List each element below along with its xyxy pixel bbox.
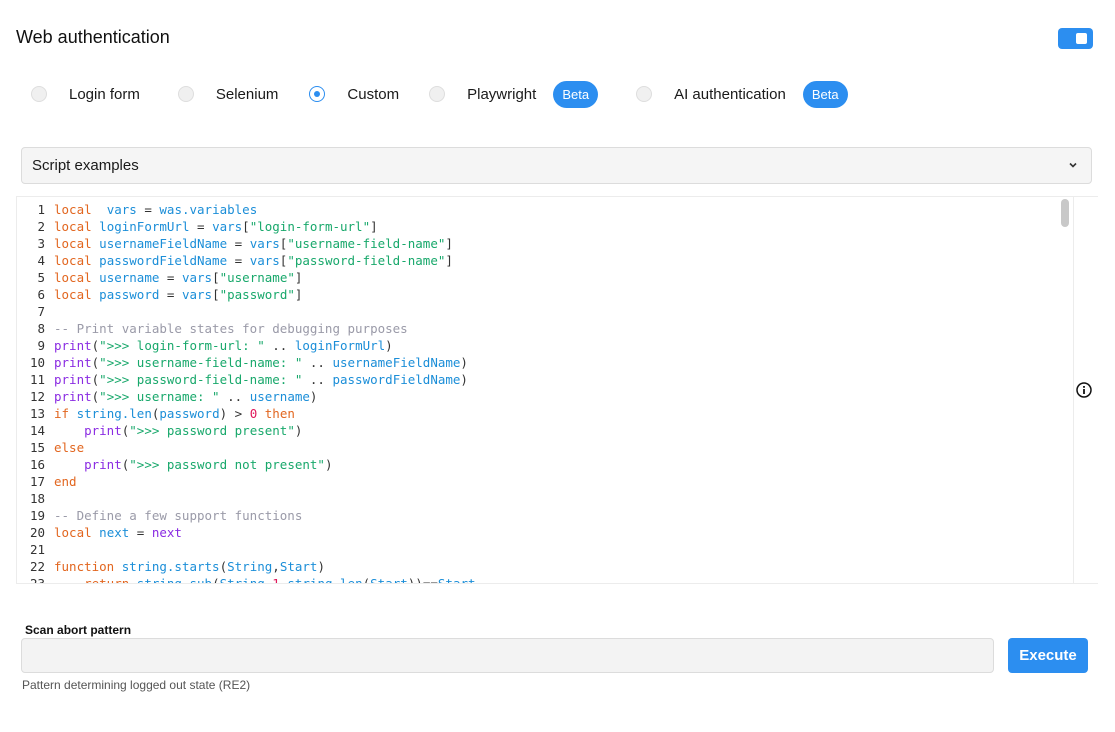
scan-abort-label: Scan abort pattern <box>25 623 132 637</box>
radio-button[interactable] <box>31 86 47 102</box>
web-auth-toggle[interactable] <box>1058 28 1093 49</box>
line-number: 4 <box>37 253 45 268</box>
auth-option-ai-authentication[interactable]: AI authentication Beta <box>636 80 848 108</box>
toggle-knob <box>1076 33 1087 44</box>
code-content[interactable]: local vars = was.variables local loginFor… <box>54 201 476 584</box>
radio-label: Selenium <box>215 85 279 103</box>
line-number: 2 <box>37 219 45 234</box>
info-icon[interactable] <box>1076 382 1092 398</box>
line-number: 5 <box>37 270 45 285</box>
auth-option-playwright[interactable]: Playwright Beta <box>429 80 599 108</box>
code-line: local loginFormUrl = vars["login-form-ur… <box>54 219 378 234</box>
line-number: 10 <box>29 355 45 370</box>
execute-button[interactable]: Execute <box>1008 638 1088 673</box>
code-line: return string.sub(String,1,string.len(St… <box>84 576 476 584</box>
code-line: local next = next <box>54 525 182 540</box>
code-line: -- Define a few support functions <box>54 508 303 523</box>
script-examples-label: Script examples <box>32 157 139 174</box>
script-examples-select[interactable]: Script examples <box>21 147 1092 184</box>
beta-badge: Beta <box>553 80 599 108</box>
code-line: print(">>> login-form-url: " .. loginFor… <box>54 338 393 353</box>
auth-option-custom[interactable]: Custom <box>309 80 399 108</box>
line-number: 9 <box>37 338 45 353</box>
code-line: function string.starts(String,Start) <box>54 559 325 574</box>
code-line: else <box>54 440 85 455</box>
code-line: print(">>> username-field-name: " .. use… <box>54 355 468 370</box>
line-number: 19 <box>29 508 45 523</box>
line-number: 12 <box>29 389 45 404</box>
code-editor[interactable]: 1 2 3 4 5 6 7 8 9 10 11 12 13 14 15 16 17 18 19 20 21 22 23 lo… <box>16 196 1098 584</box>
radio-button[interactable] <box>309 86 326 102</box>
chevron-down-icon <box>1069 162 1077 168</box>
scrollbar-thumb[interactable] <box>1061 199 1069 227</box>
line-number: 7 <box>37 304 45 319</box>
code-line: print(">>> password not present") <box>84 457 333 472</box>
radio-button[interactable] <box>636 86 653 102</box>
code-line: local vars = was.variables <box>54 202 258 217</box>
code-line: local password = vars["password"] <box>54 287 303 302</box>
line-number: 22 <box>29 559 45 574</box>
line-number: 13 <box>29 406 45 421</box>
section-title: Web authentication <box>16 27 170 47</box>
line-number: 23 <box>29 576 45 584</box>
auth-option-login-form[interactable]: Login form <box>31 80 140 108</box>
code-line: print(">>> username: " .. username) <box>54 389 318 404</box>
radio-button[interactable] <box>429 86 446 102</box>
scan-abort-input[interactable] <box>21 638 994 673</box>
line-number: 16 <box>29 457 45 472</box>
line-number: 14 <box>29 423 45 438</box>
line-number: 6 <box>37 287 45 302</box>
line-number: 18 <box>29 491 45 506</box>
line-number-gutter: 1 2 3 4 5 6 7 8 9 10 11 12 13 14 15 16 17 18 19 20 21 22 23 <box>17 201 47 584</box>
line-number: 17 <box>29 474 45 489</box>
radio-label: Playwright <box>467 85 537 103</box>
code-line: end <box>54 474 77 489</box>
beta-badge: Beta <box>802 80 848 108</box>
line-number: 11 <box>29 372 45 387</box>
auth-option-selenium[interactable]: Selenium <box>177 80 279 108</box>
line-number: 15 <box>29 440 45 455</box>
line-number: 8 <box>37 321 45 336</box>
code-line: -- Print variable states for debugging p… <box>54 321 408 336</box>
line-number: 1 <box>37 202 45 217</box>
line-number: 20 <box>29 525 45 540</box>
code-line: local passwordFieldName = vars["password… <box>54 253 453 268</box>
code-line: print(">>> password present") <box>84 423 303 438</box>
auth-method-radio-group: Login form Selenium Custom Playwright Beta AI… <box>31 80 848 108</box>
editor-scrollbar[interactable] <box>1059 197 1073 583</box>
radio-label: Login form <box>69 85 140 103</box>
code-line: if string.len(password) > 0 then <box>54 406 295 421</box>
code-line: local username = vars["username"] <box>54 270 303 285</box>
scan-abort-help: Pattern determining logged out state (RE… <box>22 678 251 692</box>
code-line: local usernameFieldName = vars["username… <box>54 236 453 251</box>
line-number: 3 <box>37 236 45 251</box>
radio-button[interactable] <box>177 86 194 102</box>
radio-label: Custom <box>347 85 400 103</box>
radio-label: AI authentication <box>674 85 786 103</box>
line-number: 21 <box>29 542 45 557</box>
code-line: print(">>> password-field-name: " .. pas… <box>54 372 468 387</box>
